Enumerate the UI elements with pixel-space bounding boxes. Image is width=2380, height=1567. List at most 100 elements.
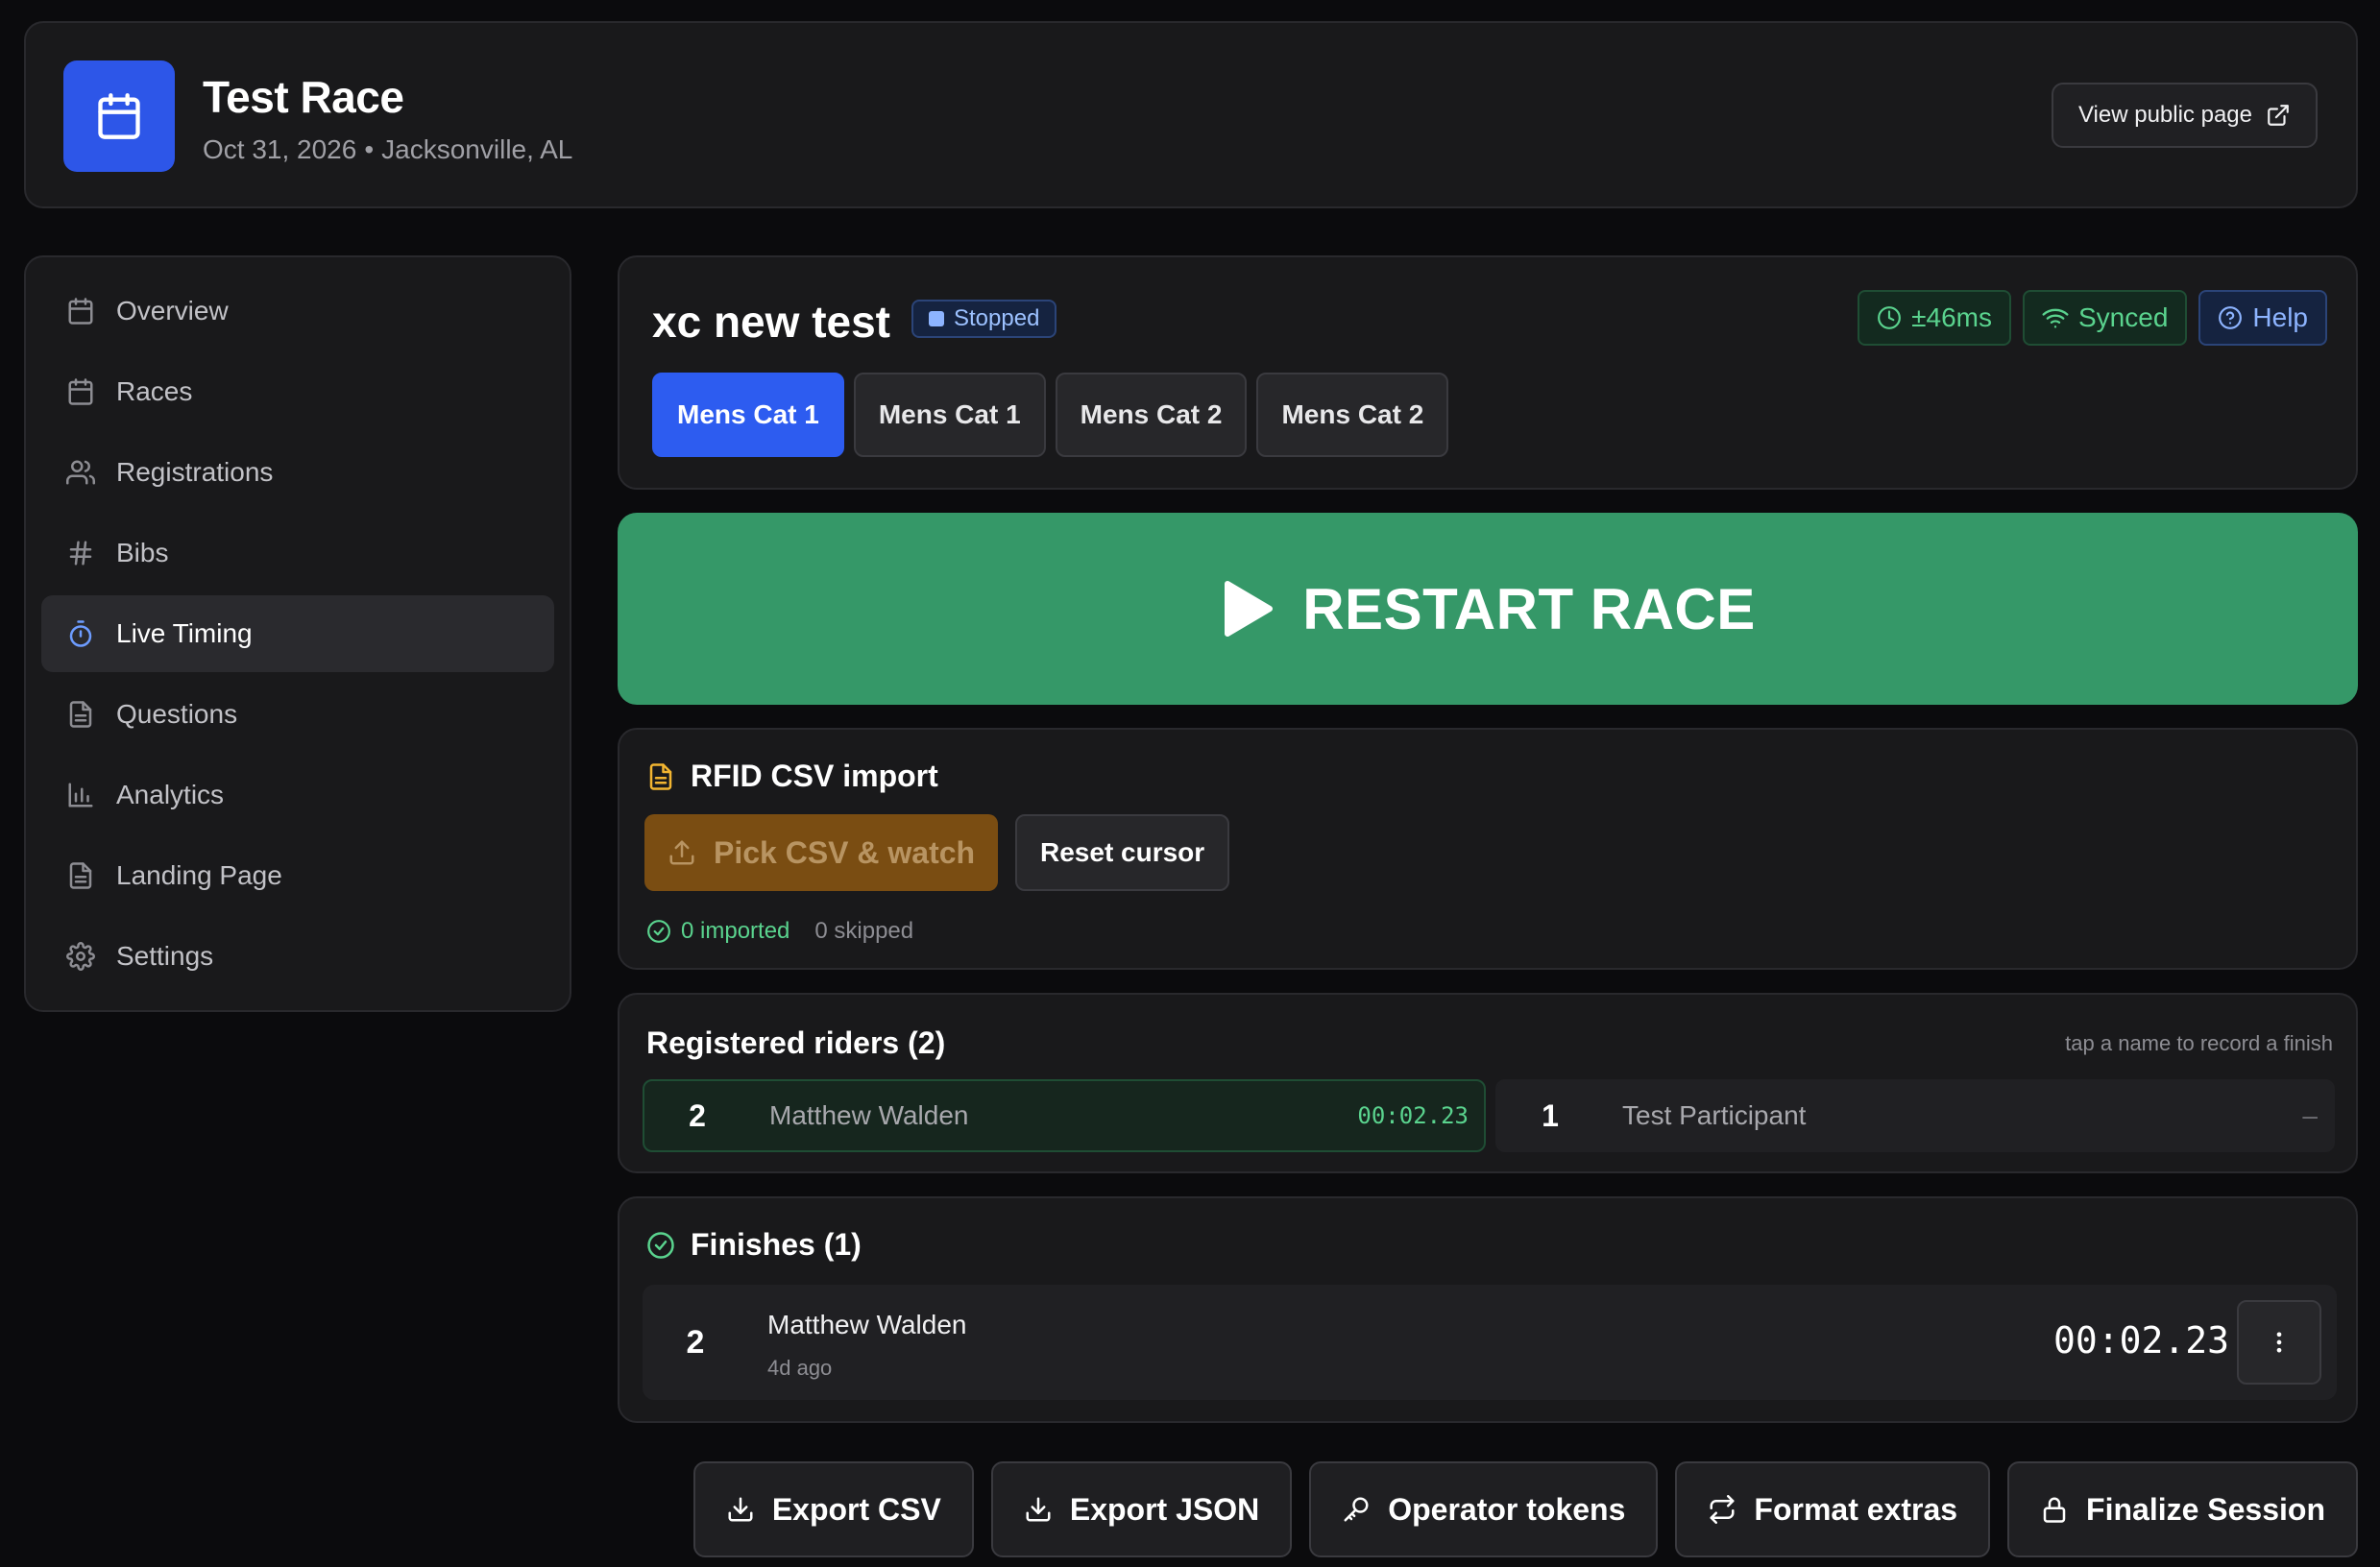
clock-offset-value: ±46ms: [1911, 302, 1992, 332]
rider-name: Matthew Walden: [769, 1100, 969, 1130]
pick-csv-label: Pick CSV & watch: [714, 834, 976, 870]
tab-category[interactable]: Mens Cat 1: [652, 373, 844, 457]
bar-chart-icon: [68, 783, 93, 808]
rfid-heading: RFID CSV import: [646, 759, 938, 794]
finishes-card: Finishes (1) 2 Matthew Walden 4d ago 00:…: [618, 1196, 2358, 1423]
status-badge: Stopped: [911, 300, 1057, 338]
check-circle-icon: [647, 920, 670, 943]
rider-button[interactable]: 2 Matthew Walden 00:02.23: [643, 1079, 1486, 1152]
key-icon: [1344, 1497, 1369, 1522]
sidebar: Overview Races Registrations Bibs Live T…: [24, 255, 571, 1012]
sidebar-item-settings[interactable]: Settings: [41, 918, 554, 995]
export-csv-label: Export CSV: [771, 1491, 941, 1527]
sidebar-item-landing-page[interactable]: Landing Page: [41, 837, 554, 914]
sidebar-item-registrations[interactable]: Registrations: [41, 434, 554, 511]
rider-name: Test Participant: [1622, 1100, 1807, 1130]
riders-hint: tap a name to record a finish: [2065, 1031, 2333, 1055]
sidebar-item-overview[interactable]: Overview: [41, 273, 554, 350]
clock-icon: [1878, 306, 1902, 329]
event-meta: Oct 31, 2026 • Jacksonville, AL: [203, 134, 572, 165]
finalize-session-label: Finalize Session: [2086, 1491, 2325, 1527]
finish-menu-button[interactable]: [2237, 1300, 2321, 1385]
status-pills: ±46ms Synced Help: [1858, 290, 2327, 346]
sync-status-label: Synced: [2078, 302, 2169, 332]
session-title: xc new test: [652, 297, 890, 347]
rider-bib: 2: [689, 1097, 706, 1133]
finishes-title: Finishes (1): [691, 1227, 862, 1262]
reset-cursor-button[interactable]: Reset cursor: [1015, 814, 1230, 891]
session-card: xc new test Stopped ±46ms Synced Help Me…: [618, 255, 2358, 490]
pick-csv-button[interactable]: Pick CSV & watch: [644, 814, 999, 891]
sidebar-item-label: Bibs: [116, 538, 169, 567]
event-date: Oct 31, 2026: [203, 134, 357, 164]
skipped-count: 0 skipped: [814, 918, 914, 944]
riders-title: Registered riders (2): [646, 1025, 946, 1060]
sidebar-item-live-timing[interactable]: Live Timing: [41, 595, 554, 672]
restart-race-label: RESTART RACE: [1302, 576, 1756, 641]
sidebar-item-label: Landing Page: [116, 860, 282, 890]
restart-race-button[interactable]: RESTART RACE: [618, 513, 2358, 705]
rider-button[interactable]: 1 Test Participant –: [1495, 1079, 2335, 1152]
clock-offset-pill: ±46ms: [1858, 290, 2011, 346]
format-extras-button[interactable]: Format extras: [1675, 1461, 1991, 1557]
sidebar-item-label: Races: [116, 376, 193, 406]
export-json-label: Export JSON: [1069, 1491, 1260, 1527]
registered-riders-card: Registered riders (2) tap a name to reco…: [618, 993, 2358, 1173]
sidebar-item-label: Overview: [116, 296, 229, 325]
repeat-icon: [1710, 1495, 1735, 1524]
finalize-session-button[interactable]: Finalize Session: [2007, 1461, 2358, 1557]
file-text-icon: [649, 762, 672, 790]
external-link-icon: [2268, 105, 2289, 126]
export-csv-button[interactable]: Export CSV: [692, 1461, 974, 1557]
rider-time: –: [2302, 1100, 2318, 1130]
view-public-page-button[interactable]: View public page: [2051, 83, 2318, 148]
import-stats: 0 imported 0 skipped: [646, 918, 913, 945]
sidebar-item-label: Analytics: [116, 780, 225, 809]
sidebar-item-bibs[interactable]: Bibs: [41, 515, 554, 591]
rider-bib: 1: [1542, 1097, 1559, 1133]
event-title: Test Race: [203, 72, 404, 122]
status-badge-label: Stopped: [954, 305, 1040, 331]
sidebar-item-races[interactable]: Races: [41, 353, 554, 430]
finish-time: 00:02.23: [2052, 1319, 2229, 1362]
rfid-import-card: RFID CSV import Pick CSV & watch Reset c…: [618, 728, 2358, 970]
help-button[interactable]: Help: [2198, 290, 2327, 346]
category-tabs: Mens Cat 1 Mens Cat 1 Mens Cat 2 Mens Ca…: [652, 373, 1449, 457]
sidebar-item-label: Questions: [116, 699, 238, 729]
view-public-page-label: View public page: [2077, 102, 2252, 128]
sidebar-item-label: Settings: [116, 941, 214, 971]
sidebar-item-questions[interactable]: Questions: [41, 676, 554, 753]
document-icon: [69, 862, 92, 889]
check-circle-icon: [647, 1231, 674, 1259]
stopwatch-icon: [69, 620, 92, 647]
upload-icon: [669, 840, 694, 865]
export-json-button[interactable]: Export JSON: [990, 1461, 1293, 1557]
tab-category[interactable]: Mens Cat 2: [1055, 373, 1248, 457]
wifi-icon: [2042, 308, 2069, 328]
download-icon: [728, 1497, 753, 1522]
help-label: Help: [2252, 302, 2308, 332]
operator-tokens-button[interactable]: Operator tokens: [1309, 1461, 1659, 1557]
help-circle-icon: [2219, 306, 2243, 329]
finish-bib: 2: [686, 1323, 705, 1361]
calendar-icon: [68, 298, 93, 325]
sidebar-item-analytics[interactable]: Analytics: [41, 757, 554, 833]
hash-icon: [69, 541, 92, 566]
stop-square-icon: [929, 311, 944, 326]
finish-name: Matthew Walden: [767, 1310, 967, 1339]
sidebar-item-label: Registrations: [116, 457, 274, 487]
tab-category[interactable]: Mens Cat 1: [853, 373, 1046, 457]
event-header: Test Race Oct 31, 2026 • Jacksonville, AL …: [24, 21, 2358, 208]
rider-time: 00:02.23: [1357, 1102, 1469, 1129]
meta-separator: •: [364, 134, 375, 164]
lock-icon: [2043, 1497, 2066, 1523]
rfid-title: RFID CSV import: [691, 759, 938, 793]
calendar-icon: [63, 60, 175, 172]
sidebar-item-label: Live Timing: [116, 618, 253, 648]
format-extras-label: Format extras: [1754, 1491, 1958, 1527]
sync-status-pill: Synced: [2023, 290, 2188, 346]
event-location: Jacksonville, AL: [381, 134, 573, 164]
finish-time-ago: 4d ago: [767, 1356, 833, 1380]
gear-icon: [66, 942, 95, 971]
tab-category[interactable]: Mens Cat 2: [1256, 373, 1449, 457]
